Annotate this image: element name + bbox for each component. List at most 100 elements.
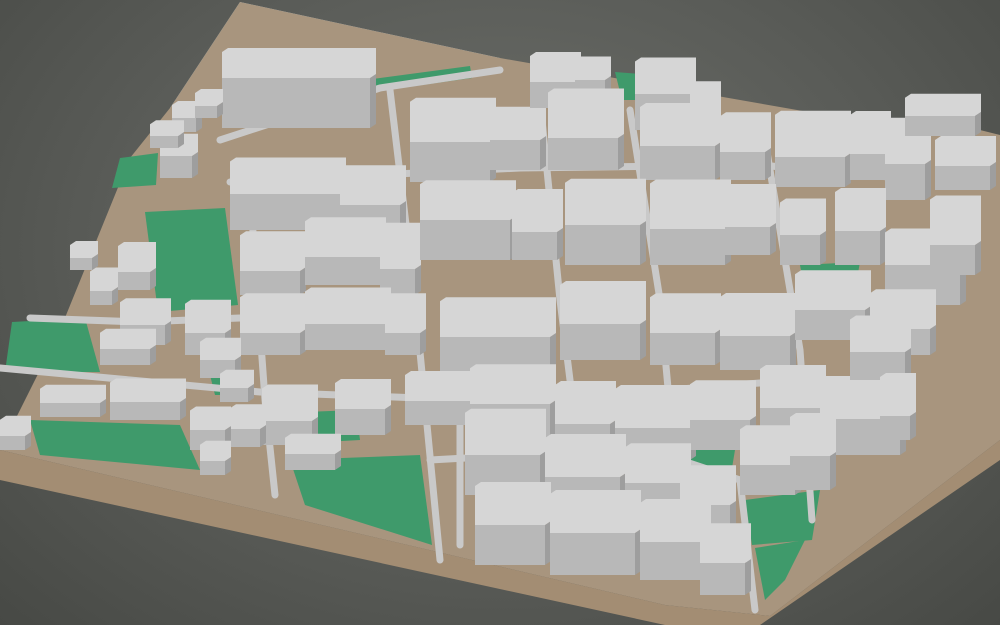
building-front-face — [490, 140, 540, 170]
building-side-face — [420, 329, 426, 355]
building-roof — [240, 293, 306, 333]
building-front-face — [195, 106, 217, 118]
building-roof — [222, 48, 376, 78]
building-roof — [110, 378, 186, 402]
building-front-face — [305, 324, 385, 350]
building-front-face — [410, 142, 490, 182]
building-roof — [650, 179, 731, 229]
building-roof — [465, 408, 546, 455]
building — [475, 482, 551, 565]
map-viewport[interactable] — [0, 0, 1000, 625]
building-front-face — [850, 154, 885, 180]
building-roof — [780, 198, 826, 235]
building — [640, 103, 721, 180]
building-side-face — [192, 152, 198, 178]
building-roof — [120, 298, 171, 325]
building — [550, 490, 641, 575]
building — [305, 217, 386, 285]
building-roof — [850, 111, 891, 154]
building-side-face — [745, 559, 751, 595]
building-roof — [795, 270, 871, 310]
building-roof — [835, 188, 886, 231]
building-front-face — [640, 146, 715, 180]
building-roof — [775, 110, 851, 157]
building-roof — [575, 56, 611, 80]
building-side-face — [925, 160, 931, 200]
building-roof — [385, 293, 426, 333]
building — [40, 384, 106, 417]
park-area — [112, 153, 158, 188]
building-front-face — [100, 349, 150, 365]
building-roof — [335, 379, 391, 409]
building-front-face — [160, 156, 192, 178]
building-front-face — [935, 166, 990, 190]
building-front-face — [335, 409, 385, 435]
building — [230, 404, 266, 447]
building-roof — [720, 112, 771, 152]
building-side-face — [640, 221, 646, 265]
building-roof — [190, 406, 231, 430]
building-side-face — [820, 231, 826, 265]
building-front-face — [420, 220, 510, 260]
building-side-face — [370, 74, 376, 128]
building-roof — [880, 373, 916, 416]
building — [222, 48, 376, 128]
building-front-face — [240, 271, 300, 295]
building — [305, 287, 391, 350]
building-side-face — [385, 405, 391, 435]
building-front-face — [725, 227, 770, 255]
building-roof — [262, 384, 318, 421]
building-roof — [760, 365, 826, 408]
city-3d-scene[interactable] — [0, 0, 1000, 625]
building-front-face — [220, 388, 248, 402]
building-roof — [555, 381, 616, 424]
building — [380, 222, 421, 295]
building-roof — [640, 103, 721, 146]
building — [512, 189, 563, 260]
building-front-face — [90, 291, 112, 305]
building-roof — [230, 404, 266, 429]
building-front-face — [305, 257, 380, 285]
building — [118, 242, 156, 290]
building-roof — [548, 88, 624, 138]
building-roof — [195, 89, 223, 106]
building-front-face — [565, 225, 640, 265]
building-roof — [935, 136, 996, 166]
building-front-face — [640, 542, 705, 580]
building-front-face — [285, 454, 335, 470]
building-front-face — [40, 403, 100, 417]
building — [720, 112, 771, 180]
building-roof — [700, 523, 751, 563]
building-roof — [0, 415, 31, 436]
building — [220, 369, 254, 402]
building-front-face — [835, 231, 880, 265]
building — [565, 178, 646, 265]
building-side-face — [770, 223, 776, 255]
building-front-face — [240, 333, 300, 355]
building — [935, 136, 996, 190]
building — [70, 241, 98, 270]
building-roof — [475, 482, 551, 525]
building — [440, 297, 556, 375]
building-front-face — [550, 533, 635, 575]
building-front-face — [70, 258, 92, 270]
building — [195, 89, 223, 118]
building — [880, 373, 916, 440]
building-front-face — [222, 78, 370, 128]
building-front-face — [230, 429, 260, 447]
building — [490, 106, 546, 170]
building-front-face — [512, 232, 557, 260]
building-roof — [340, 165, 406, 205]
building-front-face — [385, 333, 420, 355]
building-front-face — [740, 465, 795, 495]
building — [110, 378, 186, 420]
building-roof — [410, 97, 496, 142]
building — [650, 179, 731, 265]
building-roof — [305, 287, 391, 324]
building-side-face — [618, 134, 624, 170]
building-front-face — [475, 525, 545, 565]
building-roof — [490, 106, 546, 140]
building-roof — [220, 369, 254, 388]
building-roof — [90, 267, 118, 291]
building-roof — [650, 293, 721, 333]
